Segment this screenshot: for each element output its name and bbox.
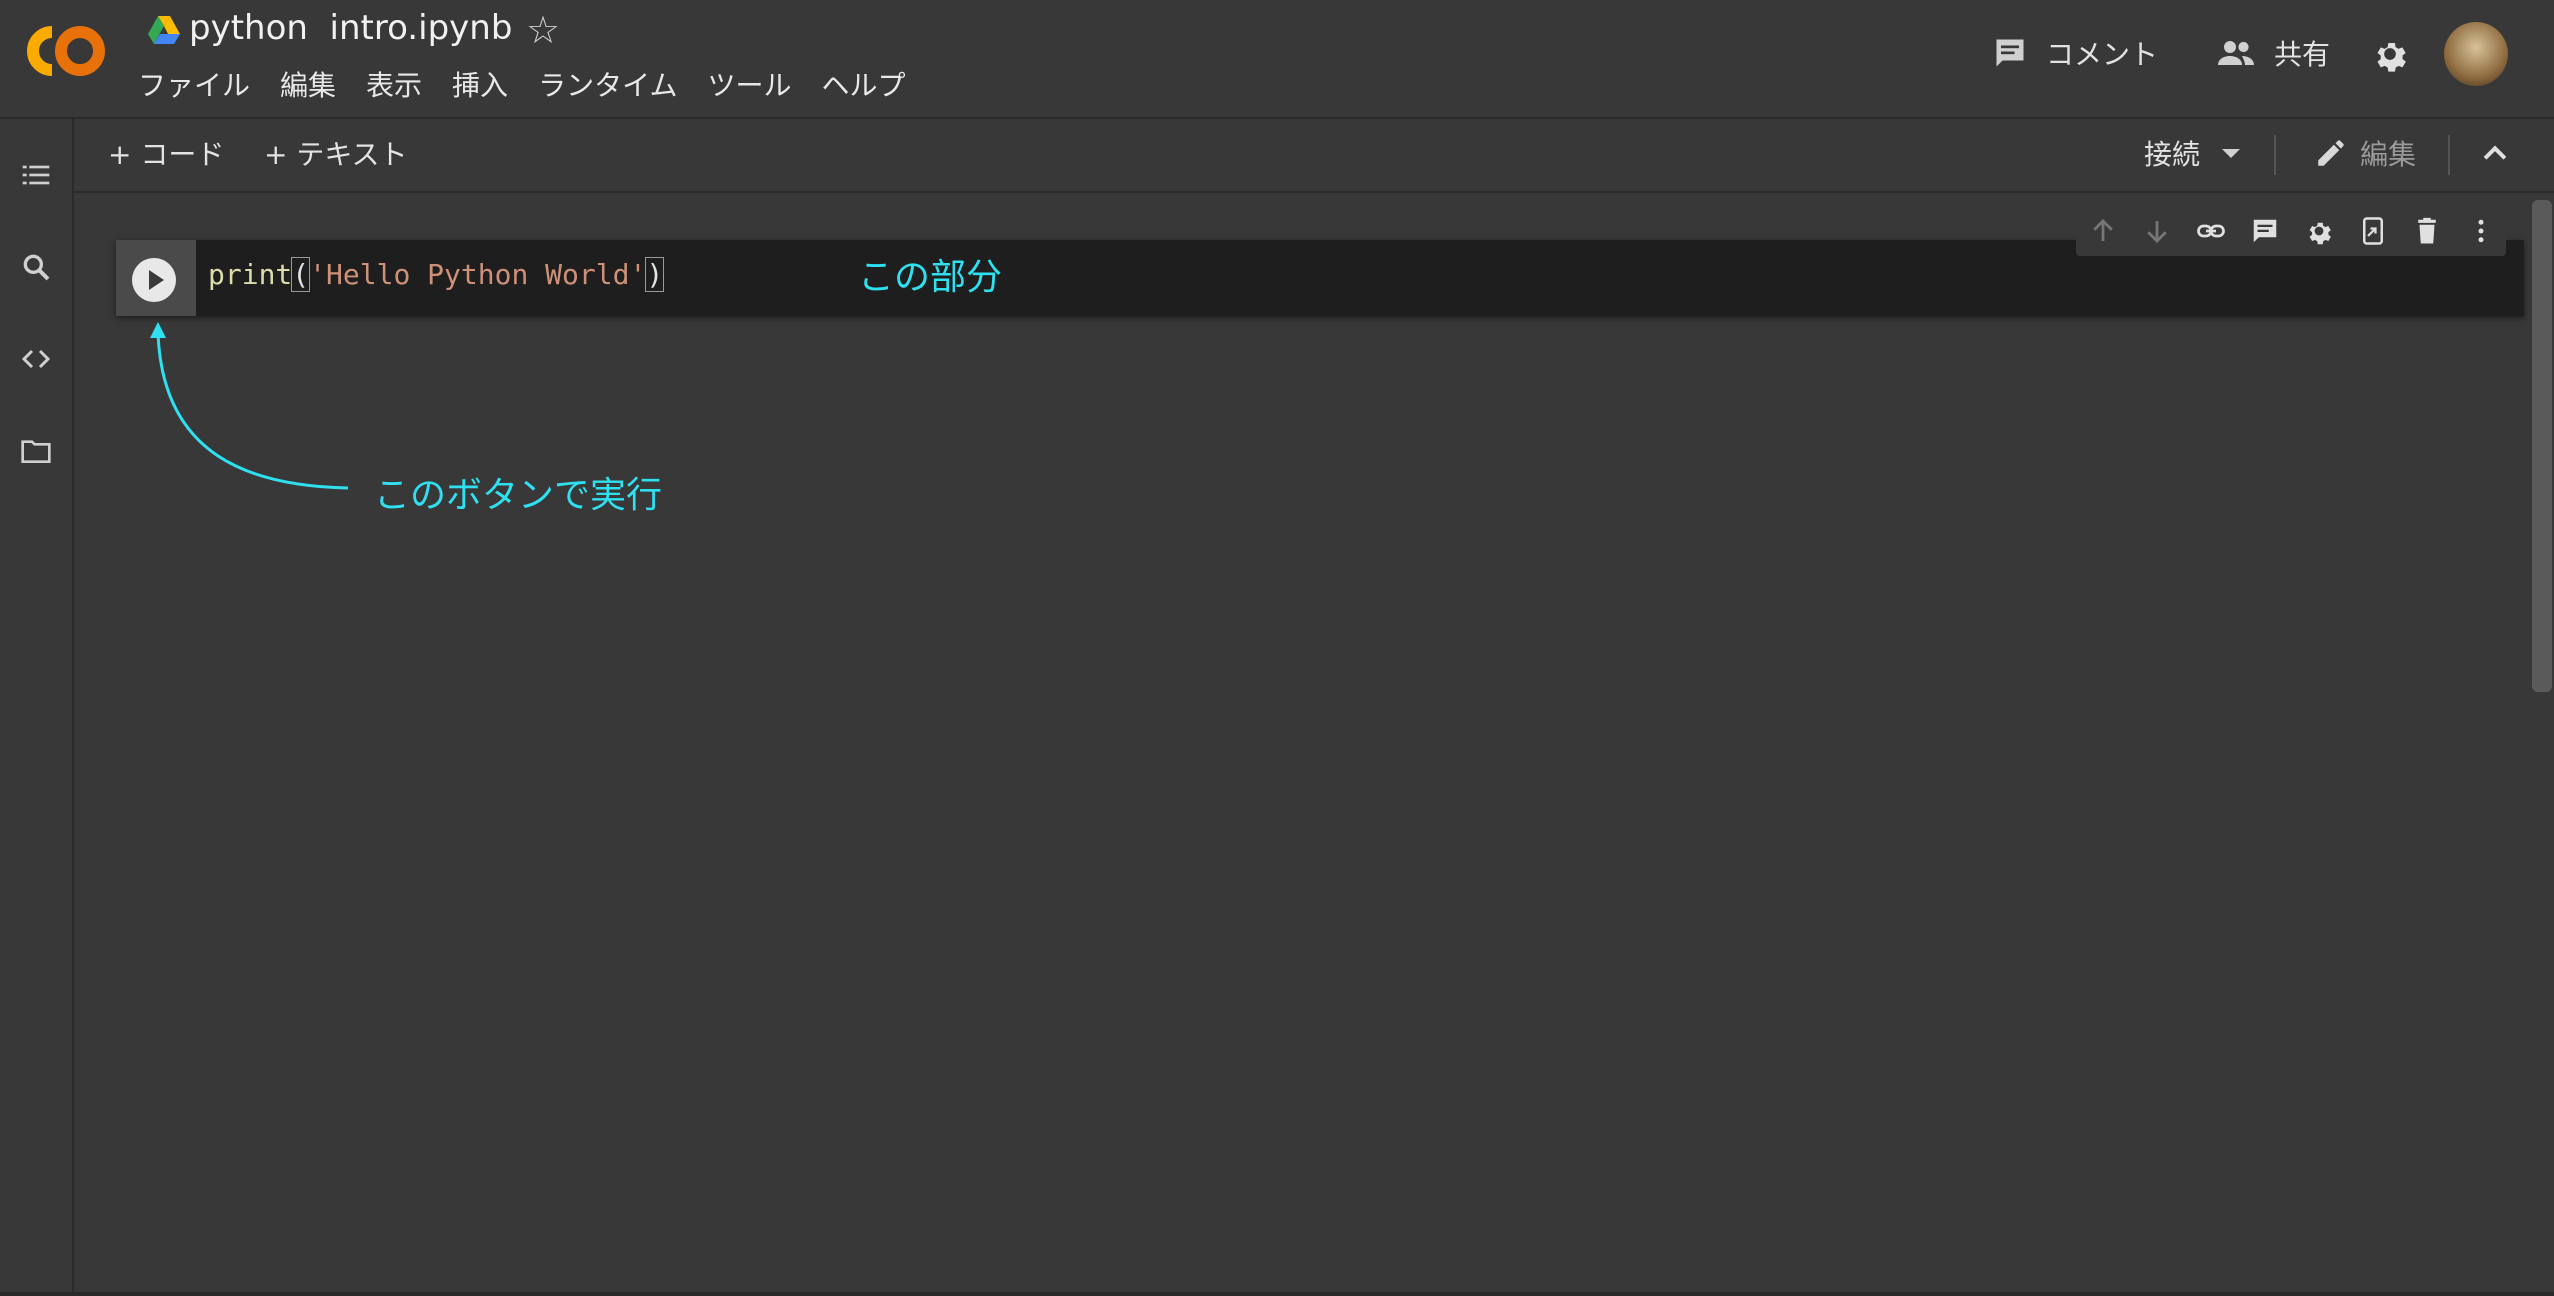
people-icon — [2218, 41, 2254, 65]
add-code-button[interactable]: + コード — [108, 133, 224, 173]
code-paren-close: ) — [645, 257, 665, 292]
code-paren-open: ( — [291, 257, 311, 292]
annotation-run-button: このボタンで実行 — [374, 475, 663, 516]
edit-label: 編集 — [2360, 138, 2417, 171]
gear-icon[interactable] — [2304, 216, 2334, 246]
star-icon[interactable]: ☆ — [526, 8, 560, 52]
arrow-up-icon[interactable] — [2088, 216, 2118, 246]
more-icon[interactable] — [2466, 216, 2496, 246]
menu-insert[interactable]: 挿入 — [452, 64, 508, 104]
folder-icon[interactable] — [20, 435, 52, 467]
cell-toolbar — [2076, 206, 2506, 256]
code-snippets-icon[interactable] — [20, 343, 52, 375]
toc-icon[interactable] — [20, 159, 52, 191]
connect-label: 接続 — [2144, 138, 2201, 171]
pencil-icon — [2318, 140, 2344, 166]
annotation-arrow-icon — [150, 322, 349, 490]
menu-tools[interactable]: ツール — [708, 64, 792, 104]
code-string: 'Hello Python World' — [309, 258, 647, 291]
bottom-edge — [0, 1292, 2554, 1296]
menu-bar: ファイル 編集 表示 挿入 ランタイム ツール ヘルプ — [138, 64, 936, 104]
arrow-down-icon[interactable] — [2142, 216, 2172, 246]
comment-button[interactable]: コメント — [1992, 33, 2158, 73]
menu-view[interactable]: 表示 — [366, 64, 422, 104]
connect-button[interactable]: 接続 — [2144, 133, 2241, 173]
avatar[interactable] — [2444, 22, 2508, 86]
mirror-cell-icon[interactable] — [2358, 216, 2388, 246]
gear-icon[interactable] — [2370, 34, 2410, 74]
google-drive-icon — [148, 16, 180, 44]
menu-file[interactable]: ファイル — [138, 64, 250, 104]
divider — [2448, 135, 2450, 175]
code-editor[interactable]: print('Hello Python World') — [208, 257, 665, 292]
comment-icon[interactable] — [2250, 216, 2280, 246]
menu-help[interactable]: ヘルプ — [822, 64, 906, 104]
share-label: 共有 — [2274, 38, 2331, 71]
notebook-toolbar: + コード + テキスト 接続 編集 — [74, 119, 2554, 193]
annotation-this-part: この部分 — [858, 257, 1003, 298]
side-rail — [0, 119, 74, 1296]
delete-icon[interactable] — [2412, 216, 2442, 246]
notebook-title[interactable]: python intro.ipynb — [189, 8, 512, 48]
share-button[interactable]: 共有 — [2216, 33, 2330, 73]
add-text-button[interactable]: + テキスト — [264, 133, 408, 173]
scrollbar-thumb[interactable] — [2532, 200, 2552, 692]
chevron-down-icon — [2222, 148, 2241, 158]
chevron-up-icon[interactable] — [2478, 137, 2512, 171]
code-function: print — [208, 258, 293, 291]
menu-edit[interactable]: 編集 — [280, 64, 336, 104]
search-icon[interactable] — [20, 251, 52, 283]
divider — [2274, 135, 2276, 175]
comment-label: コメント — [2046, 38, 2159, 71]
link-icon[interactable] — [2196, 216, 2226, 246]
edit-mode-button[interactable]: 編集 — [2314, 133, 2416, 173]
run-cell-button[interactable] — [132, 258, 176, 302]
comment-icon — [1996, 39, 2024, 67]
menu-runtime[interactable]: ランタイム — [538, 64, 677, 104]
colab-logo[interactable] — [22, 20, 108, 82]
